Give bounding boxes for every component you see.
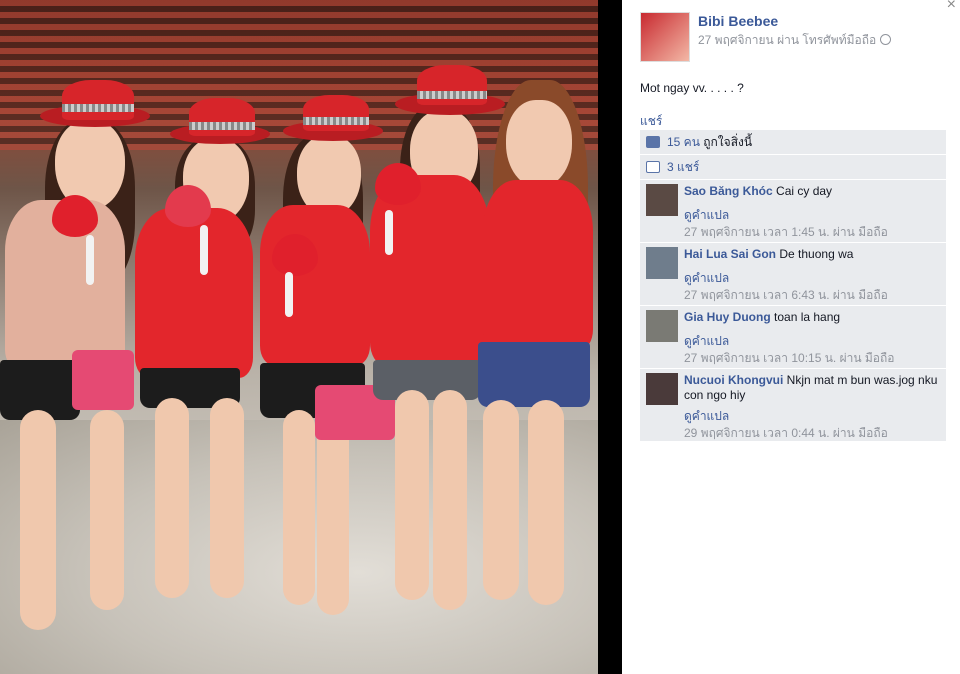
- post-meta: 27 พฤศจิกายน ผ่าน โทรศัพท์มือถือ: [698, 31, 892, 50]
- heart-balloon: [375, 163, 421, 205]
- comment-text: toan la hang: [774, 310, 841, 324]
- commenter-name[interactable]: Hai Lua Sai Gon: [684, 247, 776, 261]
- globe-icon[interactable]: [880, 34, 892, 46]
- comment-body: Nucuoi Khongvui Nkjn mat m bun was.jog n…: [684, 373, 940, 403]
- heart-balloon: [165, 185, 211, 227]
- close-icon[interactable]: ×: [947, 0, 956, 14]
- comment-body: Gia Huy Duong toan la hang: [684, 310, 940, 325]
- heart-balloon: [272, 234, 318, 276]
- commenter-name[interactable]: Sao Băng Khóc: [684, 184, 773, 198]
- comment-timestamp[interactable]: 27 พฤศจิกายน เวลา 10:15 น. ผ่าน มือถือ: [684, 349, 894, 368]
- share-icon: [646, 161, 660, 173]
- post-timestamp[interactable]: 27 พฤศจิกายน ผ่าน โทรศัพท์มือถือ: [698, 33, 876, 47]
- commenter-name[interactable]: Nucuoi Khongvui: [684, 373, 783, 387]
- comment-text: Cai cy day: [776, 184, 833, 198]
- comment-body: Hai Lua Sai Gon De thuong wa: [684, 247, 940, 262]
- likes-row: 15 คน ถูกใจสิ่งนี้: [640, 130, 946, 155]
- comment-timestamp[interactable]: 29 พฤศจิกายน เวลา 0:44 น. ผ่าน มือถือ: [684, 424, 888, 443]
- likes-count[interactable]: 15 คน: [667, 133, 700, 152]
- post-photo[interactable]: [0, 0, 598, 674]
- comment-item: Hai Lua Sai Gon De thuong wa ดูคำแปล 27 …: [640, 243, 946, 306]
- comment-timestamp[interactable]: 27 พฤศจิกายน เวลา 1:45 น. ผ่าน มือถือ: [684, 223, 888, 242]
- shares-row: 3 แชร์: [640, 155, 946, 180]
- comment-body: Sao Băng Khóc Cai cy day: [684, 184, 940, 199]
- post-details-panel: × Bibi Beebee 27 พฤศจิกายน ผ่าน โทรศัพท์…: [622, 0, 960, 674]
- commenter-avatar[interactable]: [646, 310, 678, 342]
- person-2: [135, 98, 270, 618]
- heart-balloon: [52, 195, 98, 237]
- shares-count[interactable]: 3 แชร์: [667, 158, 699, 177]
- commenter-avatar[interactable]: [646, 184, 678, 216]
- comment-item: Gia Huy Duong toan la hang ดูคำแปล 27 พฤ…: [640, 306, 946, 369]
- person-1: [0, 80, 150, 640]
- comment-timestamp[interactable]: 27 พฤศจิกายน เวลา 6:43 น. ผ่าน มือถือ: [684, 286, 888, 305]
- author-avatar[interactable]: [640, 12, 690, 62]
- post-caption: Mot ngay vv. . . . . ?: [640, 81, 744, 95]
- likes-text: ถูกใจสิ่งนี้: [703, 134, 753, 149]
- thumbs-up-icon: [646, 136, 660, 148]
- commenter-avatar[interactable]: [646, 247, 678, 279]
- commenter-name[interactable]: Gia Huy Duong: [684, 310, 771, 324]
- comment-item: Nucuoi Khongvui Nkjn mat m bun was.jog n…: [640, 369, 946, 442]
- feedback-box: 15 คน ถูกใจสิ่งนี้ 3 แชร์ Sao Băng Khóc …: [640, 130, 946, 442]
- photo-viewer: [0, 0, 622, 674]
- person-5: [478, 80, 598, 630]
- commenter-avatar[interactable]: [646, 373, 678, 405]
- person-3: [255, 95, 383, 625]
- comment-text: De thuong wa: [779, 247, 854, 261]
- share-link[interactable]: แชร์: [640, 112, 662, 131]
- comment-item: Sao Băng Khóc Cai cy day ดูคำแปล 27 พฤศจ…: [640, 180, 946, 243]
- author-name[interactable]: Bibi Beebee: [698, 13, 778, 29]
